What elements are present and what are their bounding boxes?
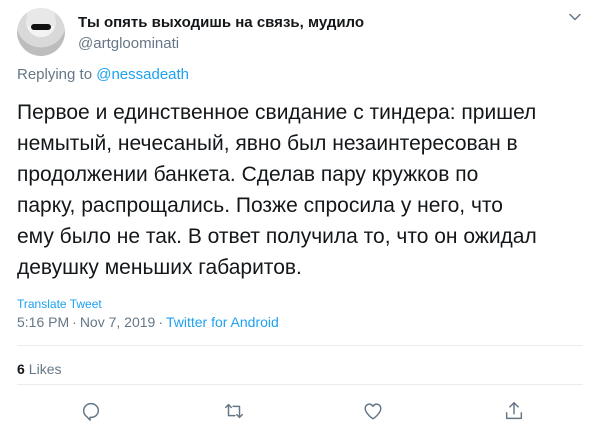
translate-tweet-link[interactable]: Translate Tweet bbox=[17, 297, 102, 311]
likes-count: 6 bbox=[17, 361, 25, 377]
display-name[interactable]: Ты опять выходишь на связь, мудило bbox=[78, 14, 364, 31]
tweet-header: Ты опять выходишь на связь, мудило @artg… bbox=[17, 8, 586, 56]
user-handle[interactable]: @artgloominati bbox=[78, 35, 179, 52]
divider bbox=[17, 384, 583, 385]
replying-prefix: Replying to bbox=[17, 66, 93, 83]
reply-icon[interactable] bbox=[80, 400, 102, 422]
likes-stat[interactable]: 6 Likes bbox=[17, 361, 61, 377]
tweet-text: Первое и единственное свидание с тиндера… bbox=[17, 101, 537, 279]
divider bbox=[17, 345, 583, 346]
chevron-down-icon[interactable] bbox=[568, 10, 582, 24]
tweet-meta: 5:16 PM · Nov 7, 2019 · Twitter for Android bbox=[17, 314, 279, 330]
tweet-time[interactable]: 5:16 PM bbox=[17, 314, 69, 330]
action-bar bbox=[0, 400, 600, 430]
likes-label: Likes bbox=[28, 361, 62, 377]
avatar[interactable] bbox=[17, 8, 65, 56]
heart-icon[interactable] bbox=[362, 400, 384, 422]
replying-to-link[interactable]: @nessadeath bbox=[96, 66, 189, 83]
retweet-icon[interactable] bbox=[223, 400, 245, 422]
tweet-date[interactable]: Nov 7, 2019 bbox=[80, 314, 156, 330]
meta-separator: · bbox=[158, 314, 163, 330]
meta-separator: · bbox=[72, 314, 77, 330]
share-icon[interactable] bbox=[503, 400, 525, 422]
avatar-choker bbox=[31, 24, 51, 30]
tweet-source-link[interactable]: Twitter for Android bbox=[166, 314, 279, 330]
replying-to-line: Replying to @nessadeath bbox=[17, 66, 189, 83]
